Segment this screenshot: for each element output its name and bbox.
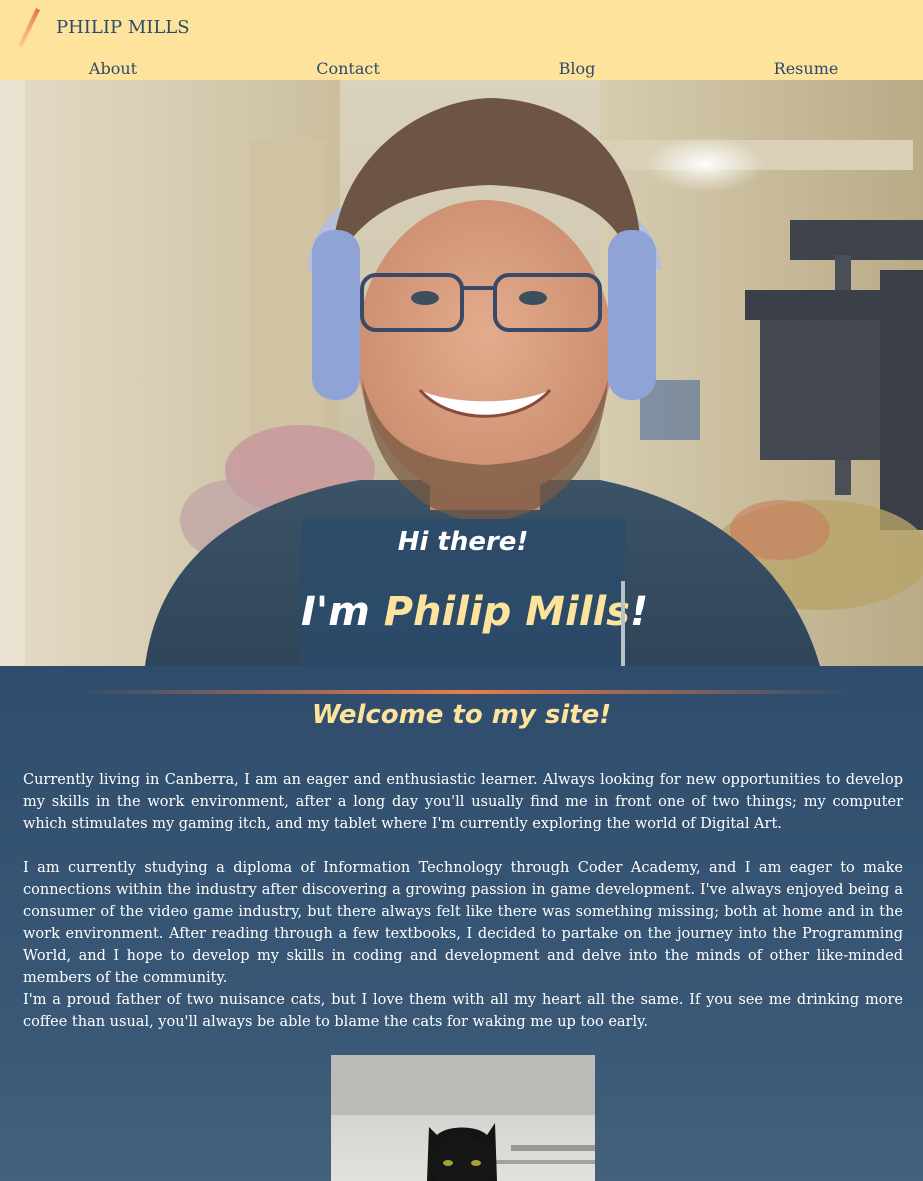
cat-photo [331, 1055, 595, 1181]
hero-banner: Hi there! I'm Philip Mills! [0, 80, 923, 666]
nav-about[interactable]: About [89, 59, 137, 78]
text-cursor [621, 581, 625, 666]
hero-intro-prefix: I'm [301, 589, 384, 635]
welcome-heading: Welcome to my site! [311, 700, 612, 730]
site-name[interactable]: PHILIP MILLS [56, 17, 190, 38]
main-content: Welcome to my site! Currently living in … [0, 666, 923, 1181]
hero-intro-name: Philip Mills [383, 589, 630, 635]
hero-intro: I'm Philip Mills! [301, 589, 648, 635]
hero-greeting: Hi there! [397, 527, 529, 557]
cat-image [331, 1055, 595, 1181]
hero-intro-suffix: ! [629, 589, 649, 635]
about-paragraph-1: Currently living in Canberra, I am an ea… [23, 772, 903, 832]
about-paragraph-2: I am currently studying a diploma of Inf… [23, 860, 903, 986]
nav-contact[interactable]: Contact [316, 59, 380, 78]
about-paragraph-3: I'm a proud father of two nuisance cats,… [23, 992, 903, 1030]
nav-resume[interactable]: Resume [774, 59, 839, 78]
pen-stroke-icon[interactable] [14, 6, 44, 48]
site-header: PHILIP MILLS About Contact Blog Resume [0, 0, 923, 80]
hero-intro-card: Hi there! I'm Philip Mills! [301, 519, 648, 666]
section-divider [75, 690, 855, 694]
nav-blog[interactable]: Blog [559, 59, 596, 78]
